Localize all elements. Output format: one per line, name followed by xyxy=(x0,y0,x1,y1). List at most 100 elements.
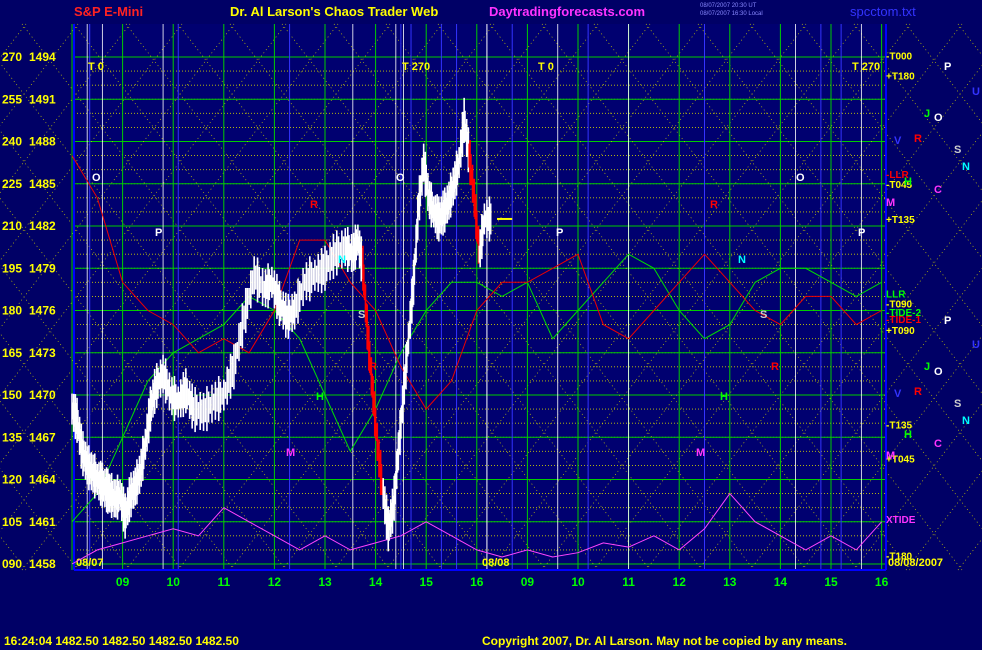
y-tick-price: 1467 xyxy=(29,430,56,444)
y-tick-price: 1488 xyxy=(29,135,56,149)
planet-glyph: N xyxy=(962,161,970,173)
x-tick-label: 11 xyxy=(622,575,635,589)
y-tick-degree: 150 xyxy=(2,388,22,402)
instrument-label: S&P E-Mini xyxy=(74,4,144,19)
y-tick-degree: 120 xyxy=(2,473,22,487)
chart-marker: N xyxy=(738,254,746,266)
date-label-start: 08/07 xyxy=(76,557,104,569)
y-tick-degree: 270 xyxy=(2,50,22,64)
y-tick-price: 1491 xyxy=(29,92,56,106)
chart-marker: O xyxy=(796,172,805,184)
planet-glyph: R xyxy=(914,133,922,145)
right-label: XTIDE xyxy=(886,515,916,526)
chart-marker: O xyxy=(92,172,101,184)
lattice-line xyxy=(957,538,982,571)
planet-glyph: O xyxy=(934,366,943,378)
chart-marker: R xyxy=(710,199,718,211)
y-tick-degree: 165 xyxy=(2,346,22,360)
chart-marker: M xyxy=(696,447,705,459)
y-tick-degree: 210 xyxy=(2,219,22,233)
timestamp-local: 08/07/2007 16:30 Local xyxy=(700,11,763,17)
planet-glyph: R xyxy=(914,386,922,398)
x-tick-label: 16 xyxy=(875,575,889,589)
x-tick-label: 16 xyxy=(470,575,484,589)
planet-glyph: U xyxy=(972,86,980,98)
x-tick-label: 12 xyxy=(268,575,282,589)
planet-glyph: P xyxy=(944,315,951,327)
lattice-line xyxy=(905,470,982,571)
planet-glyph: M xyxy=(886,450,895,462)
planet-glyph: J xyxy=(924,108,930,120)
chart-title: Dr. Al Larson's Chaos Trader Web xyxy=(230,4,439,19)
y-tick-price: 1476 xyxy=(29,304,56,318)
x-tick-label: 14 xyxy=(369,575,383,589)
y-tick-degree: 135 xyxy=(2,430,22,444)
planet-glyph: U xyxy=(972,339,980,351)
chart-marker: R xyxy=(771,361,779,373)
planet-glyph: O xyxy=(934,112,943,124)
chaos-trader-chart: 270 1494 255 1491 240 1488 225 1485 210 1482 195 14… xyxy=(0,23,982,589)
chart-marker: S xyxy=(760,309,767,321)
x-tick-label: 10 xyxy=(571,575,585,589)
date-label-mid: 08/08 xyxy=(482,557,510,569)
planet-glyph: H xyxy=(904,176,912,188)
planet-glyph: H xyxy=(904,429,912,441)
planet-glyph: S xyxy=(954,144,961,156)
planet-glyph: V xyxy=(894,135,902,147)
planet-glyph: C xyxy=(934,438,942,450)
y-tick-price: 1470 xyxy=(29,388,56,402)
filename-label: spcctom.txt xyxy=(850,4,916,19)
y-tick-price: 1458 xyxy=(29,557,56,571)
chart-marker: T 270 xyxy=(402,61,430,73)
y-tick-price: 1464 xyxy=(29,473,56,487)
y-tick-degree: 195 xyxy=(2,261,22,275)
chart-marker: P xyxy=(556,227,563,239)
y-tick-price: 1479 xyxy=(29,261,56,275)
chart-marker: H xyxy=(316,391,324,403)
x-tick-label: 12 xyxy=(673,575,687,589)
right-label: -T180 xyxy=(886,552,913,563)
x-tick-label: 15 xyxy=(824,575,838,589)
chart-marker: P xyxy=(155,227,162,239)
y-tick-degree: 105 xyxy=(2,515,22,529)
planet-glyph: J xyxy=(924,361,930,373)
x-tick-label: 11 xyxy=(217,575,230,589)
chart-marker: H xyxy=(720,391,728,403)
site-link[interactable]: Daytradingforecasts.com xyxy=(489,4,645,19)
x-tick-label: 10 xyxy=(167,575,181,589)
y-tick-price: 1461 xyxy=(29,515,56,529)
y-tick-degree: 225 xyxy=(2,177,22,191)
y-tick-degree: 240 xyxy=(2,135,22,149)
right-label: -T000 xyxy=(886,52,913,63)
right-label: +T135 xyxy=(886,215,915,226)
y-tick-price: 1473 xyxy=(29,346,56,360)
y-tick-price: 1494 xyxy=(29,50,56,64)
x-tick-label: 09 xyxy=(521,575,535,589)
chart-marker: O xyxy=(396,172,405,184)
planet-glyph: M xyxy=(886,197,895,209)
chart-marker: P xyxy=(858,227,865,239)
chart-marker: R xyxy=(369,361,377,373)
planet-glyph: V xyxy=(894,388,902,400)
chart-marker: T 0 xyxy=(538,61,554,73)
planet-glyph: S xyxy=(954,398,961,410)
chart-marker: S xyxy=(358,309,365,321)
y-tick-degree: 180 xyxy=(2,304,22,318)
copyright: Copyright 2007, Dr. Al Larson. May not b… xyxy=(482,634,847,648)
planet-glyph: N xyxy=(962,415,970,427)
right-label: +T180 xyxy=(886,71,915,82)
y-tick-degree: 255 xyxy=(2,92,22,106)
chart-marker: T 0 xyxy=(88,61,104,73)
timestamp-ut: 08/07/2007 20:30 UT xyxy=(700,3,757,9)
chart-marker: R xyxy=(310,199,318,211)
x-tick-label: 13 xyxy=(318,575,332,589)
planet-glyph: P xyxy=(944,61,951,73)
right-label: -TIDE-1 xyxy=(886,315,921,326)
lattice-line xyxy=(905,23,982,124)
lattice-line xyxy=(957,23,982,56)
y-tick-price: 1482 xyxy=(29,219,56,233)
y-tick-price: 1485 xyxy=(29,177,56,191)
x-tick-label: 09 xyxy=(116,575,130,589)
x-tick-label: 14 xyxy=(774,575,788,589)
right-label: +T090 xyxy=(886,326,915,337)
